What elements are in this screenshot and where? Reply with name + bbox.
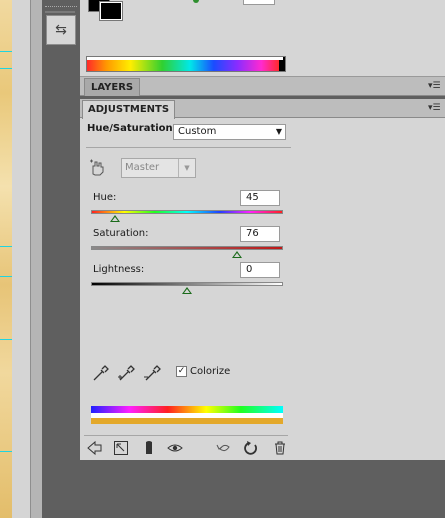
channel-value: Master — [125, 162, 160, 173]
trash-icon[interactable] — [272, 440, 288, 456]
preset-value: Custom — [178, 126, 217, 137]
lightness-input[interactable]: 0 — [240, 262, 280, 278]
eyedropper-add-icon[interactable] — [117, 365, 135, 383]
eyedropper-icon[interactable] — [91, 365, 109, 383]
colorize-label: Colorize — [190, 366, 231, 377]
saturation-slider-thumb[interactable] — [231, 251, 242, 258]
hue-slider-thumb[interactable] — [110, 215, 120, 222]
canvas-margin — [12, 0, 30, 518]
adjustment-title: Hue/Saturation — [87, 123, 173, 134]
view-previous-icon[interactable] — [215, 440, 231, 456]
saturation-input[interactable]: 76 — [240, 226, 280, 242]
divider — [86, 147, 291, 148]
panel-menu-icon[interactable]: ▾☰ — [428, 103, 441, 113]
target-adjust-hand-icon[interactable] — [88, 158, 108, 178]
swap-arrows-icon[interactable]: ⇆ — [46, 15, 76, 45]
saturation-label: Saturation: — [93, 228, 149, 239]
color-value-field[interactable] — [243, 0, 275, 5]
tab-layers[interactable]: LAYERS — [84, 78, 141, 96]
chevron-down-icon: ▼ — [275, 127, 282, 136]
hue-label: Hue: — [93, 192, 117, 203]
lightness-slider[interactable] — [91, 282, 283, 286]
clip-to-layer-icon[interactable] — [141, 440, 157, 456]
return-arrow-icon[interactable] — [86, 440, 102, 456]
color-ramp-highlight — [87, 57, 283, 60]
output-color-ramp — [91, 418, 283, 424]
channel-dropdown[interactable]: Master ▼ — [121, 158, 196, 178]
tab-adjustments[interactable]: ADJUSTMENTS — [82, 100, 176, 119]
document-canvas — [0, 0, 12, 518]
chevron-down-icon: ▼ — [178, 159, 195, 177]
preset-dropdown[interactable]: Custom ▼ — [173, 124, 286, 140]
lightness-slider-thumb[interactable] — [182, 287, 192, 294]
eyedropper-subtract-icon[interactable] — [143, 365, 161, 383]
panel-menu-icon[interactable]: ▾☰ — [428, 81, 441, 91]
colorize-checkbox[interactable]: ✓ — [176, 366, 187, 377]
background-color-swatch[interactable] — [99, 1, 123, 21]
input-color-ramp — [91, 406, 283, 413]
reset-icon[interactable] — [243, 440, 259, 456]
visibility-eye-icon[interactable] — [167, 440, 183, 456]
hue-slider[interactable] — [91, 210, 283, 214]
panel-grip[interactable] — [45, 11, 75, 13]
divider — [84, 435, 288, 436]
expand-view-icon[interactable] — [113, 440, 129, 456]
saturation-slider[interactable] — [91, 246, 283, 250]
workspace-background — [80, 460, 445, 518]
lightness-label: Lightness: — [93, 264, 145, 275]
tools-panel — [42, 0, 80, 518]
hue-input[interactable]: 45 — [240, 190, 280, 206]
panel-drag-handle[interactable] — [45, 6, 77, 10]
